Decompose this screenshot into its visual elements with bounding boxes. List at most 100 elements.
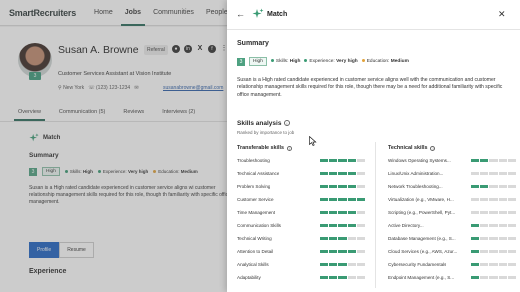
info-icon[interactable]: i	[284, 120, 290, 126]
skill-level-segment	[338, 172, 347, 175]
skill-level-segment	[489, 224, 498, 227]
drawer-summary-text: Susan is a High rated candidate experien…	[237, 77, 503, 98]
skill-name: Cybersecurity Fundamentals	[388, 262, 447, 267]
skill-level-segment	[338, 237, 347, 240]
skill-level-segment	[471, 198, 480, 201]
skill-level-segment	[489, 172, 498, 175]
technical-skills-header: Technical skills i	[388, 142, 516, 154]
skill-name: Adaptability	[237, 275, 261, 280]
skill-level-segment	[338, 159, 347, 162]
transferable-skills-title: Transferable skills	[237, 145, 285, 151]
skill-level-segment	[489, 185, 498, 188]
skill-level-bar	[320, 198, 366, 201]
mouse-cursor-icon	[309, 136, 317, 146]
rating-number-badge: 3	[237, 57, 245, 66]
rating-label-badge: High	[249, 57, 267, 66]
skill-level-bar	[471, 237, 517, 240]
skill-row: Network Troubleshooting...	[388, 180, 517, 193]
skill-level-segment	[507, 237, 517, 240]
chip-education: Education: Medium	[361, 59, 409, 64]
skill-level-segment	[338, 263, 347, 266]
skill-level-segment	[329, 263, 338, 266]
skill-level-segment	[347, 237, 356, 240]
skill-level-segment	[498, 263, 507, 266]
skill-row: Analytical Skills	[237, 258, 366, 271]
skill-level-segment	[356, 198, 366, 201]
skill-level-segment	[480, 250, 489, 253]
skill-level-bar	[471, 224, 517, 227]
skill-level-segment	[320, 172, 329, 175]
drawer-header: ← Match ✕	[227, 0, 520, 30]
skill-name: Technical Writing	[237, 236, 272, 241]
chip-skills: Skills: High	[270, 59, 300, 64]
match-drawer: ← Match ✕ Summary 3 High Skills: High Ex…	[227, 0, 520, 292]
skill-level-segment	[320, 185, 329, 188]
close-icon[interactable]: ✕	[498, 9, 506, 20]
skill-row: Cloud Services (e.g., AWS, Azur...	[388, 245, 517, 258]
skill-level-segment	[498, 159, 507, 162]
arrow-left-icon[interactable]: ←	[236, 9, 245, 19]
skill-level-segment	[329, 159, 338, 162]
skill-level-segment	[507, 185, 517, 188]
skill-row: Windows Operating Systems...	[388, 154, 517, 167]
skill-level-segment	[471, 250, 480, 253]
skill-name: Network Troubleshooting...	[388, 184, 443, 189]
skill-level-segment	[471, 237, 480, 240]
skill-level-segment	[347, 224, 356, 227]
skill-level-segment	[329, 276, 338, 279]
skill-level-bar	[471, 263, 517, 266]
skill-level-bar	[320, 159, 366, 162]
skill-level-segment	[320, 159, 329, 162]
skill-row: Adaptability	[237, 271, 366, 284]
skill-level-segment	[356, 237, 366, 240]
skill-level-segment	[320, 224, 329, 227]
skill-level-segment	[471, 159, 480, 162]
skill-level-segment	[507, 159, 517, 162]
info-icon[interactable]: i	[287, 145, 293, 151]
skill-level-segment	[471, 185, 480, 188]
skill-row: Technical Writing	[237, 232, 366, 245]
skill-name: Active Directory...	[388, 223, 424, 228]
skills-analysis-subtitle: Ranked by importance to job	[237, 130, 295, 135]
technical-skills-title: Technical skills	[388, 145, 428, 151]
skill-name: Windows Operating Systems...	[388, 158, 451, 163]
skill-level-segment	[480, 276, 489, 279]
skill-name: Time Management	[237, 210, 276, 215]
skill-level-segment	[320, 263, 329, 266]
skill-level-segment	[356, 250, 366, 253]
skill-level-bar	[320, 276, 366, 279]
skill-level-bar	[320, 263, 366, 266]
skill-level-segment	[498, 276, 507, 279]
skill-level-segment	[498, 211, 507, 214]
skill-level-bar	[320, 211, 366, 214]
skill-row: Problem Solving	[237, 180, 366, 193]
skill-level-segment	[338, 211, 347, 214]
skill-level-segment	[320, 250, 329, 253]
skill-level-segment	[507, 263, 517, 266]
skill-name: Endpoint Management (e.g., S...	[388, 275, 455, 280]
skill-level-bar	[471, 250, 517, 253]
skill-row: Troubleshooting	[237, 154, 366, 167]
info-icon[interactable]: i	[430, 145, 436, 151]
skill-row: Linux/Unix Administration...	[388, 167, 517, 180]
skill-row: Scripting (e.g., PowerShell, Pyt...	[388, 206, 517, 219]
skill-level-segment	[498, 172, 507, 175]
skill-level-bar	[471, 185, 517, 188]
skill-level-segment	[347, 276, 356, 279]
technical-skills-column: Technical skills i Windows Operating Sys…	[388, 142, 517, 284]
skills-analysis-title: Skills analysis	[237, 120, 282, 127]
skill-name: Virtualization (e.g., VMware, H...	[388, 197, 454, 202]
skill-level-segment	[498, 198, 507, 201]
skill-level-segment	[338, 224, 347, 227]
skill-level-segment	[347, 263, 356, 266]
skill-level-segment	[329, 211, 338, 214]
skill-level-segment	[489, 276, 498, 279]
skill-level-segment	[471, 276, 480, 279]
transferable-skills-column: Transferable skills i Troubleshooting Tec…	[237, 142, 366, 284]
skill-level-segment	[480, 263, 489, 266]
chip-experience: Experience: Very high	[304, 59, 358, 64]
skill-level-segment	[356, 224, 366, 227]
skill-name: Cloud Services (e.g., AWS, Azur...	[388, 249, 458, 254]
drawer-summary-title: Summary	[237, 40, 269, 47]
skill-level-segment	[338, 185, 347, 188]
